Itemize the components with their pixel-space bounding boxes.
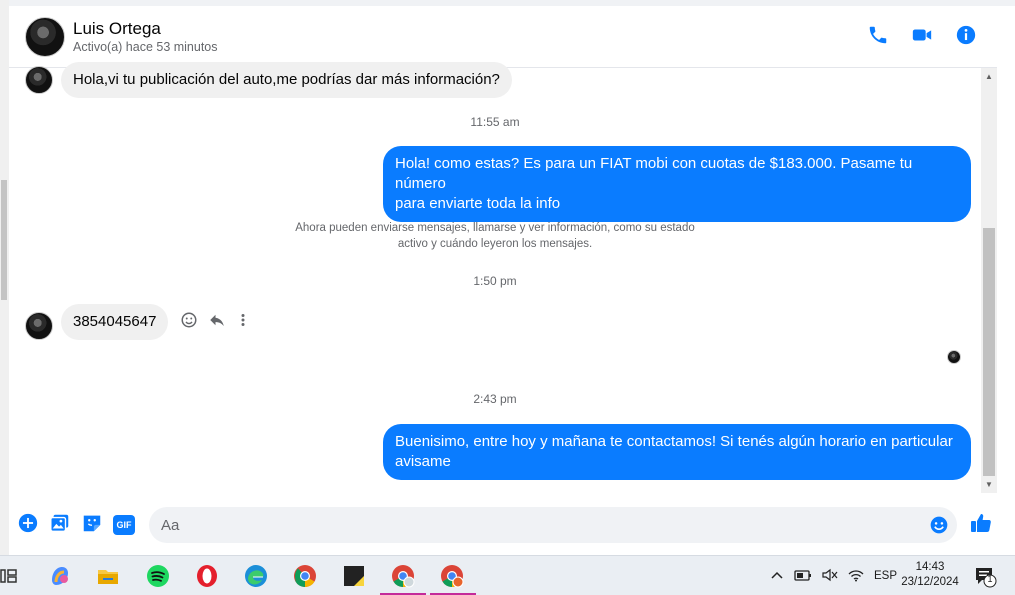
message-input-placeholder: Aa	[161, 516, 180, 534]
chat-scrollbar[interactable]: ▲ ▼	[981, 68, 997, 493]
reply-icon[interactable]	[208, 311, 226, 334]
file-explorer-icon[interactable]	[96, 564, 120, 588]
message-timestamp: 11:55 am	[470, 115, 520, 129]
clock-time: 14:43	[915, 561, 945, 573]
composer-actions: GIF	[17, 512, 135, 539]
message-timestamp: 1:50 pm	[473, 274, 517, 288]
sticker-icon[interactable]	[81, 512, 103, 539]
system-notice-line: activo y cuándo leyeron los mensajes.	[397, 238, 593, 250]
opera-icon[interactable]	[195, 564, 219, 588]
video-call-icon[interactable]	[911, 24, 933, 46]
show-hidden-icons-chevron-icon[interactable]	[770, 568, 784, 585]
wifi-icon[interactable]	[848, 568, 864, 585]
message-line: avisame	[395, 453, 451, 470]
left-scrollbar[interactable]	[0, 0, 9, 555]
message-bubble-incoming[interactable]: Hola,vi tu publicación del auto,me podrí…	[61, 62, 512, 98]
thumbs-up-icon[interactable]	[969, 511, 993, 540]
message-row-incoming: 3854045647	[25, 304, 250, 340]
scroll-up-arrow-icon[interactable]: ▲	[985, 72, 993, 81]
sender-avatar[interactable]	[25, 66, 53, 94]
conversation-info-icon[interactable]	[955, 24, 977, 46]
notification-center-icon[interactable]: 1	[974, 566, 998, 593]
message-actions	[180, 311, 250, 334]
system-tray: ESP	[770, 556, 897, 595]
read-receipt-avatar	[947, 350, 961, 364]
copilot-icon[interactable]	[48, 564, 72, 588]
chrome-icon[interactable]	[293, 564, 317, 588]
add-more-icon[interactable]	[17, 512, 39, 539]
contact-info[interactable]: Luis Ortega Activo(a) hace 53 minutos	[73, 19, 218, 55]
message-row-outgoing: Buenisimo, entre hoy y mañana te contact…	[383, 424, 971, 480]
message-composer: GIF Aa	[9, 502, 1015, 548]
header-actions	[867, 24, 977, 46]
chrome-profile-2-icon[interactable]	[440, 564, 464, 588]
message-row-outgoing: Hola! como estas? Es para un FIAT mobi c…	[383, 146, 971, 222]
message-line: Buenisimo, entre hoy y mañana te contact…	[395, 433, 953, 450]
volume-muted-icon[interactable]	[822, 568, 838, 585]
emoji-picker-icon[interactable]	[929, 515, 949, 539]
system-notice-line: Ahora pueden enviarse mensajes, llamarse…	[295, 222, 695, 234]
read-receipt	[947, 350, 961, 364]
battery-icon[interactable]	[794, 568, 812, 585]
chrome-profile-icon[interactable]	[391, 564, 415, 588]
attach-photo-icon[interactable]	[49, 512, 71, 539]
message-bubble-outgoing[interactable]: Buenisimo, entre hoy y mañana te contact…	[383, 424, 971, 480]
message-bubble-outgoing[interactable]: Hola! como estas? Es para un FIAT mobi c…	[383, 146, 971, 222]
contact-name[interactable]: Luis Ortega	[73, 19, 218, 39]
messenger-window: Luis Ortega Activo(a) hace 53 minutos Ho…	[0, 0, 1015, 595]
message-line: para enviarte toda la info	[395, 195, 561, 212]
edge-icon[interactable]	[244, 564, 268, 588]
gif-icon[interactable]: GIF	[113, 515, 135, 535]
clock-date: 23/12/2024	[901, 576, 959, 588]
taskbar-clock[interactable]: 14:43 23/12/2024	[890, 560, 970, 590]
windows-taskbar: ESP 14:43 23/12/2024 1	[0, 555, 1015, 595]
sticky-notes-icon[interactable]	[342, 564, 366, 588]
message-list[interactable]: Hola,vi tu publicación del auto,me podrí…	[9, 62, 981, 498]
message-bubble-incoming[interactable]: 3854045647	[61, 304, 169, 340]
message-input[interactable]: Aa	[149, 507, 957, 543]
left-scrollbar-thumb[interactable]	[1, 180, 7, 300]
message-line: Hola! como estas? Es para un FIAT mobi c…	[395, 155, 913, 192]
notification-count-badge: 1	[987, 574, 993, 584]
scroll-down-arrow-icon[interactable]: ▼	[985, 480, 993, 489]
chat-header: Luis Ortega Activo(a) hace 53 minutos	[9, 6, 997, 68]
task-view-icon[interactable]	[0, 564, 18, 588]
system-notice: Ahora pueden enviarse mensajes, llamarse…	[279, 220, 711, 252]
spotify-icon[interactable]	[146, 564, 170, 588]
message-row-incoming: Hola,vi tu publicación del auto,me podrí…	[25, 62, 512, 98]
contact-status: Activo(a) hace 53 minutos	[73, 39, 218, 54]
contact-avatar[interactable]	[25, 16, 65, 57]
message-timestamp: 2:43 pm	[473, 392, 517, 406]
phone-call-icon[interactable]	[867, 24, 889, 46]
more-options-icon[interactable]	[236, 311, 250, 334]
react-emoji-icon[interactable]	[180, 311, 198, 334]
sender-avatar[interactable]	[25, 312, 53, 340]
chat-scrollbar-thumb[interactable]	[983, 228, 995, 476]
